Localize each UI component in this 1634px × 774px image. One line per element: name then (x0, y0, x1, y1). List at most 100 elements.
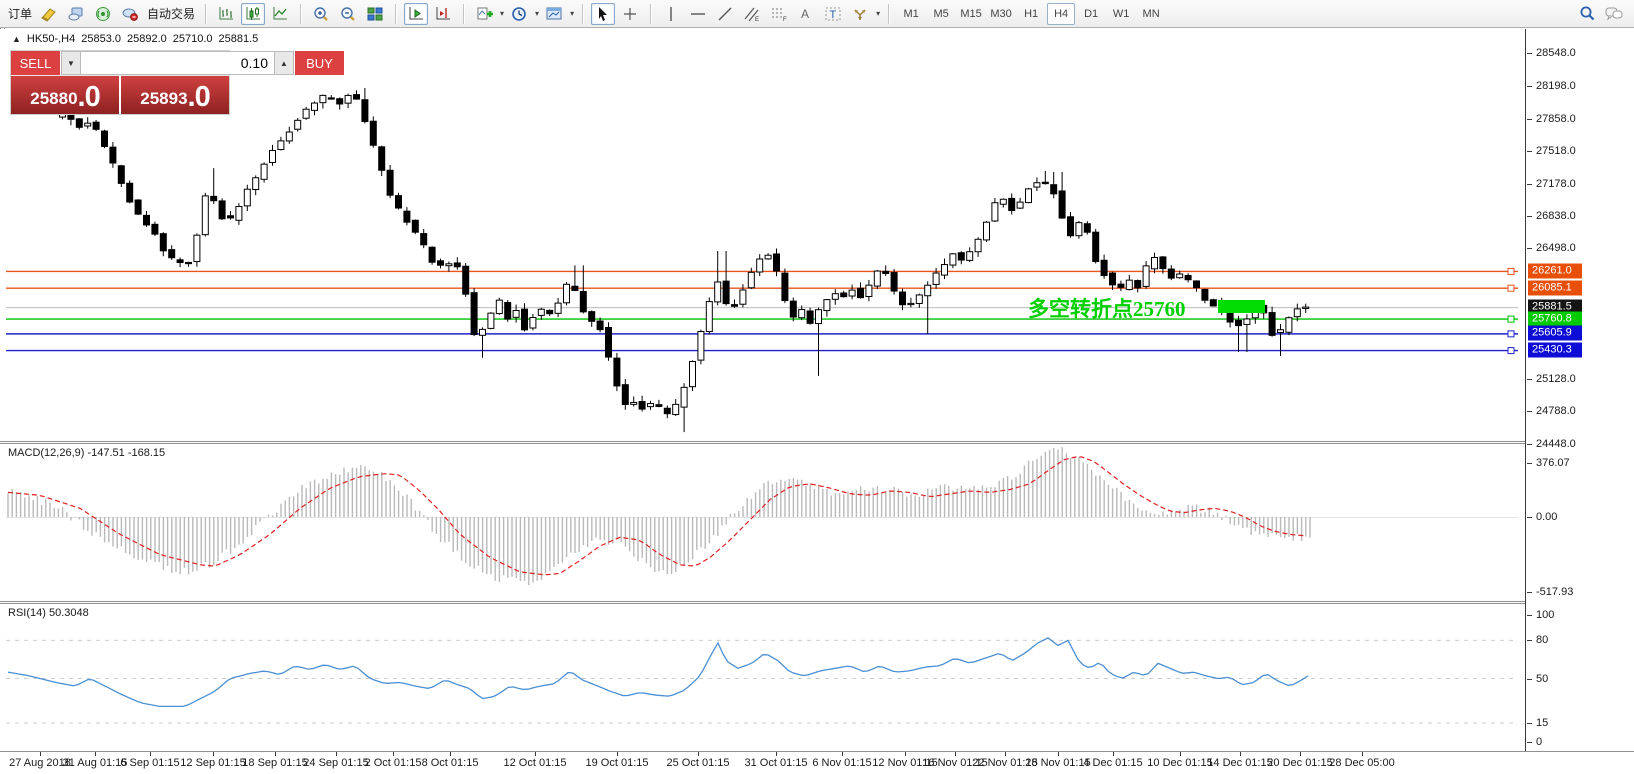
zoom-out-icon[interactable] (336, 3, 360, 25)
indicators-dropdown-caret[interactable]: ▾ (500, 9, 504, 18)
ohlc-high: 25892.0 (126, 33, 167, 45)
ohlc-close: 25881.5 (218, 33, 259, 45)
vertical-line-tool-icon[interactable] (659, 3, 683, 25)
crosshair-icon[interactable] (618, 3, 642, 25)
buy-button[interactable]: BUY (295, 51, 344, 75)
time-tick-label: 2 Oct 01:15 (364, 757, 422, 769)
templates-dropdown-caret[interactable]: ▾ (570, 9, 574, 18)
search-icon[interactable] (1578, 5, 1596, 23)
label-tool-icon[interactable]: T (821, 3, 845, 25)
toolbar-separator (395, 3, 397, 24)
turning-point-annotation[interactable]: 多空转折点25760 (1028, 293, 1186, 323)
toolbar-separator (888, 3, 890, 24)
text-tool-icon[interactable]: A (794, 3, 818, 25)
timeframe-h4[interactable]: H4 (1047, 2, 1076, 25)
rsi-axis-label: 15 (1526, 716, 1549, 729)
sell-price-display[interactable]: 25880.0 (11, 76, 119, 114)
autotrading-icon[interactable] (118, 3, 142, 25)
line-chart-type-icon[interactable] (268, 3, 292, 25)
buy-price-display[interactable]: 25893.0 (121, 76, 229, 114)
price-tag-blue: 25605.9 (1528, 325, 1582, 341)
trendline-tool-icon[interactable] (713, 3, 737, 25)
periods-clock-icon[interactable] (507, 3, 531, 25)
time-tick-mark (535, 752, 536, 756)
price-axis[interactable]: 28548.0 28198.0 27858.0 27518.0 27178.0 26838… (1526, 29, 1634, 751)
volume-stepper: ▼ ▲ (61, 51, 294, 75)
time-tick-mark (1058, 752, 1059, 756)
arrows-tool-icon[interactable] (848, 3, 872, 25)
timeframe-d1[interactable]: D1 (1077, 3, 1105, 25)
indicators-add-icon[interactable] (472, 3, 496, 25)
toolbar-separator (582, 3, 584, 24)
time-tick-label: 19 Oct 01:15 (585, 757, 649, 769)
fibonacci-tool-icon[interactable]: F (767, 3, 791, 25)
ohlc-low: 25710.0 (172, 33, 213, 45)
macd-axis-label: -517.93 (1526, 585, 1574, 598)
terminal-cloud-icon[interactable] (64, 3, 88, 25)
channel-tool-icon[interactable]: E (740, 3, 764, 25)
rsi-pane[interactable]: RSI(14) 50.3048 (0, 604, 1526, 751)
timeframe-group: M1 M5 M15 M30 H1 H4 D1 W1 MN (897, 2, 1165, 25)
rsi-axis-label: 100 (1526, 609, 1555, 621)
time-tick-mark (955, 752, 956, 756)
horizontal-line-tool-icon[interactable] (686, 3, 710, 25)
rsi-axis-label: 80 (1526, 634, 1549, 647)
time-tick-label: 24 Sep 01:15 (303, 757, 369, 769)
time-tick-mark (393, 752, 394, 756)
macd-pane[interactable]: MACD(12,26,9) -147.51 -168.15 (0, 444, 1526, 601)
sell-button[interactable]: SELL (11, 51, 60, 75)
timeframe-w1[interactable]: W1 (1107, 3, 1135, 25)
candlestick-chart-type-icon[interactable] (241, 2, 266, 25)
signal-icon[interactable] (91, 3, 115, 25)
timeframe-m1[interactable]: M1 (897, 3, 925, 25)
time-tick-label: 18 Sep 01:15 (242, 757, 308, 769)
time-tick-mark (1240, 752, 1241, 756)
time-tick-label: 28 Dec 05:00 (1329, 757, 1395, 769)
volume-input[interactable] (81, 51, 274, 75)
price-tag-blue: 25430.3 (1528, 342, 1582, 358)
timeframe-m15[interactable]: M15 (957, 3, 985, 25)
price-tick-label: 27858.0 (1527, 112, 1576, 125)
time-tick-mark (450, 752, 451, 756)
time-tick-label: 12 Oct 01:15 (503, 757, 567, 769)
tile-windows-icon[interactable] (363, 3, 387, 25)
svg-text:F: F (783, 17, 787, 22)
zoom-in-icon[interactable] (309, 3, 333, 25)
svg-text:E: E (755, 17, 759, 22)
time-tick-label: 12 Sep 01:15 (180, 757, 246, 769)
volume-increase-button[interactable]: ▲ (274, 51, 294, 75)
timeframe-h1[interactable]: H1 (1017, 3, 1045, 25)
bar-chart-type-icon[interactable] (214, 3, 238, 25)
time-tick-mark (1180, 752, 1181, 756)
macd-axis-label: 0.00 (1526, 511, 1558, 523)
macd-axis-label: 376.07 (1527, 456, 1570, 469)
cursor-icon[interactable] (591, 2, 616, 25)
chart-shift-icon[interactable] (431, 3, 455, 25)
chat-icon[interactable] (1604, 5, 1624, 23)
quotes-book-icon[interactable] (37, 3, 61, 25)
price-tick-label: 28548.0 (1527, 47, 1576, 59)
time-tick-label: 31 Oct 01:15 (744, 757, 808, 769)
time-tick-label: 25 Oct 01:15 (666, 757, 730, 769)
sell-price-fraction: .0 (77, 81, 101, 113)
collapse-panel-icon[interactable]: ▲ (12, 34, 21, 44)
time-axis[interactable]: 27 Aug 2018 31 Aug 01:15 6 Sep 01:15 12 Sep… (0, 751, 1634, 774)
autotrading-label[interactable]: 自动交易 (145, 5, 197, 22)
price-tick-label: 26498.0 (1527, 242, 1576, 255)
timeframe-m30[interactable]: M30 (987, 3, 1015, 25)
time-tick-mark (1005, 752, 1006, 756)
time-tick-label: 31 Aug 01:15 (62, 757, 128, 769)
auto-scroll-icon[interactable] (404, 2, 429, 25)
ohlc-open: 25853.0 (81, 33, 121, 45)
periods-dropdown-caret[interactable]: ▾ (535, 9, 539, 18)
templates-icon[interactable] (542, 3, 566, 25)
price-tick-label: 28198.0 (1527, 80, 1576, 93)
volume-decrease-button[interactable]: ▼ (61, 51, 81, 75)
annotation-highlight-rect[interactable] (1218, 300, 1265, 313)
time-tick-mark (1362, 752, 1363, 756)
time-tick-label: 10 Dec 01:15 (1147, 757, 1213, 769)
new-order-button[interactable]: 订单 (6, 5, 34, 22)
timeframe-m5[interactable]: M5 (927, 3, 955, 25)
timeframe-mn[interactable]: MN (1137, 3, 1165, 25)
arrows-dropdown-caret[interactable]: ▾ (876, 9, 880, 18)
